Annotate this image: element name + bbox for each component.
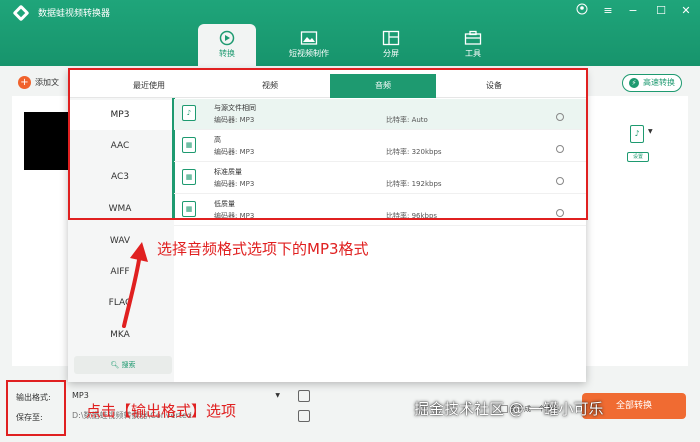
- convert-icon: [219, 30, 235, 46]
- watermark: 掘金技术社区 @ 一罐小可乐: [414, 400, 604, 418]
- toolbox-icon: [464, 30, 482, 45]
- folder-icon[interactable]: [298, 410, 310, 422]
- chevron-down-icon: ▼: [275, 392, 280, 399]
- tab-short-video[interactable]: 短视频制作: [280, 24, 338, 66]
- output-format-value: MP3: [72, 391, 89, 400]
- chevron-down-icon[interactable]: ▼: [648, 128, 653, 135]
- video-thumbnail[interactable]: [24, 112, 72, 170]
- high-speed-convert-toggle[interactable]: ⚡ 高速转换: [622, 74, 682, 92]
- tab-split-screen-label: 分屏: [383, 49, 399, 58]
- tab-short-video-label: 短视频制作: [289, 49, 329, 58]
- menu-icon[interactable]: ≡: [600, 3, 616, 19]
- maximize-icon[interactable]: ☐: [653, 3, 669, 19]
- search-icon: 🔍︎: [110, 361, 122, 369]
- app-window: 数据蛙视频转换器 ≡ − ☐ ✕ 转换 短视频制作 分屏 工具 + 添加文 ⚡ …: [0, 0, 700, 442]
- title-bar: 数据蛙视频转换器 ≡ − ☐ ✕ 转换 短视频制作 分屏 工具: [0, 0, 700, 66]
- tab-split-screen[interactable]: 分屏: [362, 24, 420, 66]
- annotation-arrow-icon: [122, 242, 148, 328]
- format-settings-icon[interactable]: [298, 390, 310, 402]
- add-file-label: 添加文: [35, 78, 59, 87]
- high-speed-label: 高速转换: [643, 78, 675, 87]
- search-label: 搜索: [121, 361, 136, 369]
- user-icon[interactable]: [574, 3, 590, 19]
- annotation-click-output-format: 点击【输出格式】选项: [86, 402, 237, 420]
- plus-icon: +: [18, 76, 31, 89]
- tab-convert[interactable]: 转换: [198, 24, 256, 66]
- highlight-frame-format-popup: [68, 68, 588, 220]
- tab-tools[interactable]: 工具: [444, 24, 502, 66]
- tab-tools-label: 工具: [465, 49, 481, 58]
- highlight-frame-output-format: [6, 380, 66, 436]
- close-icon[interactable]: ✕: [678, 3, 694, 19]
- app-title: 数据蛙视频转换器: [38, 9, 111, 19]
- split-screen-icon: [382, 30, 400, 46]
- bolt-icon: ⚡: [629, 78, 639, 88]
- app-logo-icon: [13, 5, 29, 21]
- minimize-icon[interactable]: −: [625, 3, 641, 19]
- settings-button[interactable]: 设置: [627, 152, 649, 162]
- annotation-select-mp3: 选择音频格式选项下的MP3格式: [157, 240, 369, 258]
- format-search[interactable]: 🔍︎ 搜索: [74, 356, 172, 374]
- image-icon: [300, 31, 318, 45]
- add-file-button[interactable]: + 添加文: [18, 76, 59, 89]
- output-format-icon[interactable]: ♪: [630, 125, 644, 143]
- tab-convert-label: 转换: [219, 49, 235, 58]
